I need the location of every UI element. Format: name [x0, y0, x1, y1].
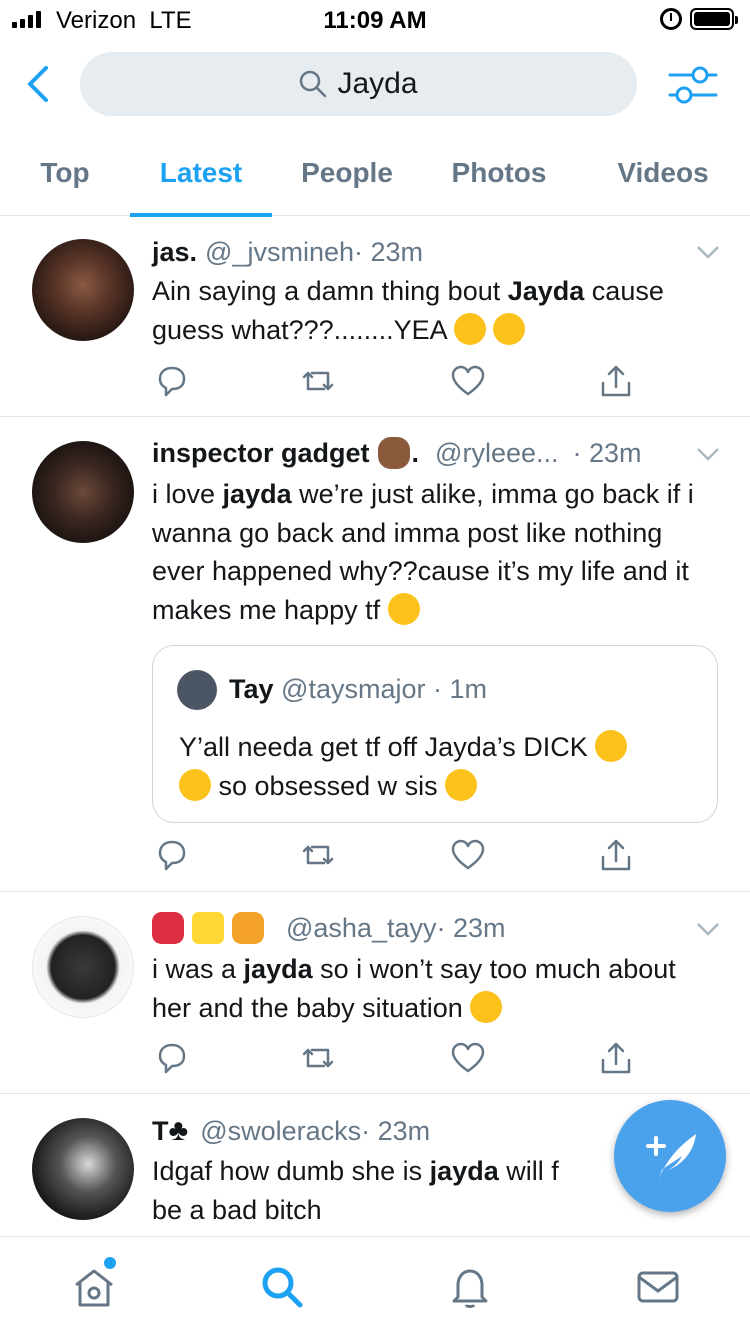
tweet-actions [152, 1040, 632, 1080]
tweet-actions [152, 363, 632, 403]
avatar[interactable] [32, 441, 134, 543]
tweet-text: Ain saying a damn thing bout Jayda cause… [152, 276, 664, 345]
chevron-left-icon [28, 66, 48, 102]
quoted-tweet-header: Tay @taysmajor · 1m [229, 674, 487, 705]
woozy-face-icon [595, 730, 628, 762]
share-icon[interactable] [598, 1040, 634, 1076]
rolling-on-floor-laughing-icon [445, 768, 478, 801]
mail-icon [637, 1271, 679, 1303]
search-tabs: Top Latest People Photos Videos [0, 130, 750, 217]
tweet-timestamp: · 23m [436, 912, 506, 943]
tab-latest[interactable]: Latest [130, 130, 272, 217]
nav-explore[interactable] [258, 1263, 306, 1311]
tweet-author-handle: @asha_tayy [286, 912, 437, 943]
nav-notifications[interactable] [446, 1263, 494, 1311]
tweet-timestamp: · 23m [572, 437, 642, 468]
heart-icon[interactable] [450, 363, 486, 399]
chevron-down-icon[interactable] [696, 245, 720, 259]
status-time: 11:09 AM [323, 7, 427, 34]
tweet-timestamp: · 23m [354, 237, 424, 267]
bottom-tab-bar [0, 1236, 750, 1334]
tweet[interactable]: @asha_tayy · 23m i was a jayda so i won’… [0, 892, 750, 1094]
battery-icon [690, 8, 738, 30]
tweet-header: @asha_tayy · 23m [152, 912, 710, 944]
search-icon [300, 70, 327, 98]
tab-videos[interactable]: Videos [604, 130, 722, 216]
tears-of-joy-icon [179, 768, 211, 801]
tweet-author-handle: @ryleee... [435, 437, 559, 468]
quoted-author-name: Tay [229, 674, 274, 704]
search-query: Jayda [337, 67, 418, 100]
search-highlight: jayda [222, 479, 292, 509]
red-heart-icon [152, 912, 184, 944]
search-icon [262, 1267, 303, 1308]
tears-of-joy-icon [387, 592, 420, 625]
share-icon[interactable] [598, 837, 634, 873]
tweet-header: inspector gadget . @ryleee... · 23m [152, 437, 642, 469]
share-icon[interactable] [598, 363, 634, 399]
search-highlight: jayda [243, 954, 313, 984]
bell-icon [452, 1269, 488, 1308]
quoted-avatar[interactable] [177, 670, 217, 710]
tweet[interactable]: inspector gadget . @ryleee... · 23m i lo… [0, 417, 750, 892]
compose-tweet-icon [646, 1134, 696, 1180]
reply-icon[interactable] [154, 1040, 190, 1076]
avatar[interactable] [32, 916, 134, 1018]
search-header: Jayda [0, 40, 750, 130]
tab-top[interactable]: Top [22, 130, 108, 216]
tweet-timestamp: · 23m [361, 1115, 431, 1146]
tears-of-joy-icon [493, 312, 526, 345]
retweet-icon[interactable] [300, 837, 336, 873]
tweet-author-handle: @_jvsmineh [205, 237, 355, 267]
avatar[interactable] [32, 239, 134, 341]
honey-pot-icon [232, 912, 264, 944]
chevron-down-icon[interactable] [696, 922, 720, 936]
tweet-author-name[interactable]: T [152, 1116, 169, 1147]
tweet-text: i love jayda we’re just alike, imma go b… [152, 479, 694, 625]
retweet-icon[interactable] [300, 1040, 336, 1076]
tweet-text: i was a jayda so i won’t say too much ab… [152, 954, 676, 1023]
tweet-text: Idgaf how dumb she is jayda will f be a … [152, 1156, 559, 1225]
tweet-author-handle: @swoleracks [200, 1115, 362, 1146]
club-suit-icon: ♣ [168, 1114, 189, 1147]
new-content-dot [104, 1257, 116, 1269]
heart-icon[interactable] [450, 837, 486, 873]
search-filter-button[interactable] [668, 62, 718, 108]
face-without-mouth-icon [470, 990, 503, 1023]
reply-icon[interactable] [154, 363, 190, 399]
nav-messages[interactable] [634, 1263, 682, 1311]
quoted-tweet-text: Y’all needa get tf off Jayda’s DICK so o… [179, 728, 699, 805]
quoted-author-handle: @taysmajor [281, 674, 426, 704]
retweet-icon[interactable] [300, 363, 336, 399]
compose-tweet-button[interactable] [614, 1100, 726, 1212]
detective-icon [377, 437, 410, 469]
alarm-icon [660, 8, 682, 30]
loudly-crying-face-icon [453, 312, 486, 345]
heart-icon[interactable] [450, 1040, 486, 1076]
avatar[interactable] [32, 1118, 134, 1220]
tweet-actions [152, 837, 632, 877]
status-bar: Verizon LTE 11:09 AM [0, 0, 750, 40]
nav-home[interactable] [70, 1263, 118, 1311]
reply-icon[interactable] [154, 837, 190, 873]
chevron-down-icon[interactable] [696, 447, 720, 461]
tweet[interactable]: jas. @_jvsmineh · 23m Ain saying a damn … [0, 217, 750, 417]
home-icon [75, 1269, 113, 1307]
search-input[interactable]: Jayda [80, 52, 637, 116]
search-highlight: Jayda [507, 276, 585, 306]
tweet-author-name[interactable]: inspector gadget [152, 438, 370, 469]
tweet-header: jas. @_jvsmineh · 23m [152, 237, 710, 268]
quoted-timestamp: · 1m [433, 674, 488, 704]
back-button[interactable] [22, 64, 56, 104]
sparkles-icon [192, 912, 224, 944]
quoted-tweet[interactable]: Tay @taysmajor · 1m Y’all needa get tf o… [152, 645, 718, 823]
search-highlight: jayda [429, 1156, 499, 1186]
tab-people[interactable]: People [290, 130, 404, 216]
tab-photos[interactable]: Photos [440, 130, 558, 216]
tweet-author-name[interactable]: jas. [152, 237, 197, 268]
sliders-icon [668, 66, 718, 104]
